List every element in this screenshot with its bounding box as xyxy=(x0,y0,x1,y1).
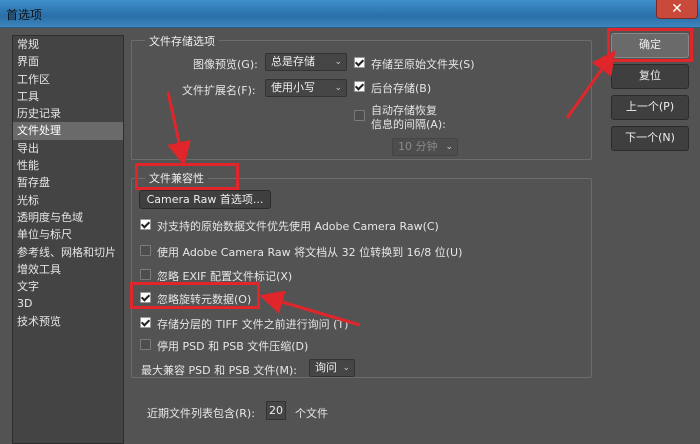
auto-recovery-label-2: 信息的间隔(A): xyxy=(371,118,446,131)
compat-option-checkbox[interactable] xyxy=(140,245,151,256)
nav-item[interactable]: 3D xyxy=(13,295,123,312)
close-button[interactable]: ✕ xyxy=(656,0,698,19)
save-as-original-checkbox[interactable] xyxy=(354,57,365,68)
nav-item[interactable]: 导出 xyxy=(13,140,123,157)
file-saving-legend: 文件存储选项 xyxy=(145,33,219,49)
reset-button[interactable]: 复位 xyxy=(611,64,689,89)
nav-item[interactable]: 文件处理 xyxy=(13,122,123,140)
next-button[interactable]: 下一个(N) xyxy=(611,126,689,151)
compat-option-checkbox[interactable] xyxy=(140,269,151,280)
background-save-checkbox[interactable] xyxy=(354,81,365,92)
nav-item[interactable]: 参考线、网格和切片 xyxy=(13,244,123,261)
image-preview-select[interactable]: 总是存储 ⌄ xyxy=(265,53,347,71)
recent-files-suffix: 个文件 xyxy=(295,407,328,420)
nav-item[interactable]: 光标 xyxy=(13,192,123,209)
background-save-label: 后台存储(B) xyxy=(371,82,432,95)
previous-button[interactable]: 上一个(P) xyxy=(611,95,689,120)
extension-value: 使用小写 xyxy=(271,81,315,94)
compat-option-checkbox[interactable] xyxy=(140,339,151,350)
nav-item[interactable]: 历史记录 xyxy=(13,105,123,122)
category-list[interactable]: 常规 界面 工作区 工具 历史记录 文件处理 导出 性能 暂存盘 光标 透明度与色域 单位与标尺 参考线… xyxy=(12,35,124,444)
max-compat-value: 询问 xyxy=(315,361,337,374)
extension-select[interactable]: 使用小写 ⌄ xyxy=(265,79,347,97)
compat-option-checkbox[interactable] xyxy=(140,219,151,230)
max-compat-select[interactable]: 询问 ⌄ xyxy=(309,359,355,377)
nav-item[interactable]: 暂存盘 xyxy=(13,174,123,191)
compat-option-label: 使用 Adobe Camera Raw 将文档从 32 位转换到 16/8 位(… xyxy=(157,246,463,259)
compat-option-label: 对支持的原始数据文件优先使用 Adobe Camera Raw(C) xyxy=(157,220,439,233)
chevron-down-icon: ⌄ xyxy=(334,57,342,67)
nav-item[interactable]: 工作区 xyxy=(13,71,123,88)
chevron-down-icon: ⌄ xyxy=(334,83,342,93)
interval-select[interactable]: 10 分钟 ⌄ xyxy=(392,138,458,156)
compat-option-checkbox[interactable] xyxy=(140,317,151,328)
compat-option-label: 停用 PSD 和 PSB 文件压缩(D) xyxy=(157,340,309,353)
nav-item[interactable]: 增效工具 xyxy=(13,261,123,278)
nav-item[interactable]: 透明度与色域 xyxy=(13,209,123,226)
chevron-down-icon: ⌄ xyxy=(342,363,350,373)
extension-label: 文件扩展名(F): xyxy=(182,84,256,97)
compat-option-label: 存储分层的 TIFF 文件之前进行询问 (T) xyxy=(157,318,349,331)
chevron-down-icon: ⌄ xyxy=(445,142,453,152)
interval-value: 10 分钟 xyxy=(398,140,438,153)
nav-item[interactable]: 技术预览 xyxy=(13,313,123,330)
recent-files-input[interactable]: 20 xyxy=(266,401,286,420)
window-title: 首选项 xyxy=(6,8,43,22)
image-preview-label: 图像预览(G): xyxy=(193,58,258,71)
save-as-original-label: 存储至原始文件夹(S) xyxy=(371,58,475,71)
nav-item[interactable]: 单位与标尺 xyxy=(13,226,123,243)
image-preview-value: 总是存储 xyxy=(271,55,315,68)
nav-item[interactable]: 性能 xyxy=(13,157,123,174)
compat-legend-highlight xyxy=(135,163,239,190)
nav-item[interactable]: 常规 xyxy=(13,36,123,53)
recent-files-label: 近期文件列表包含(R): xyxy=(147,407,255,420)
max-compat-label: 最大兼容 PSD 和 PSB 文件(M): xyxy=(141,364,298,377)
ok-button-highlight xyxy=(607,28,693,62)
camera-raw-prefs-button[interactable]: Camera Raw 首选项... xyxy=(139,190,271,209)
ignore-rotation-highlight xyxy=(130,282,260,309)
auto-recovery-checkbox[interactable] xyxy=(354,110,365,121)
nav-item[interactable]: 界面 xyxy=(13,53,123,70)
nav-item[interactable]: 文字 xyxy=(13,278,123,295)
nav-item[interactable]: 工具 xyxy=(13,88,123,105)
title-bar: 首选项 ✕ xyxy=(0,0,700,28)
